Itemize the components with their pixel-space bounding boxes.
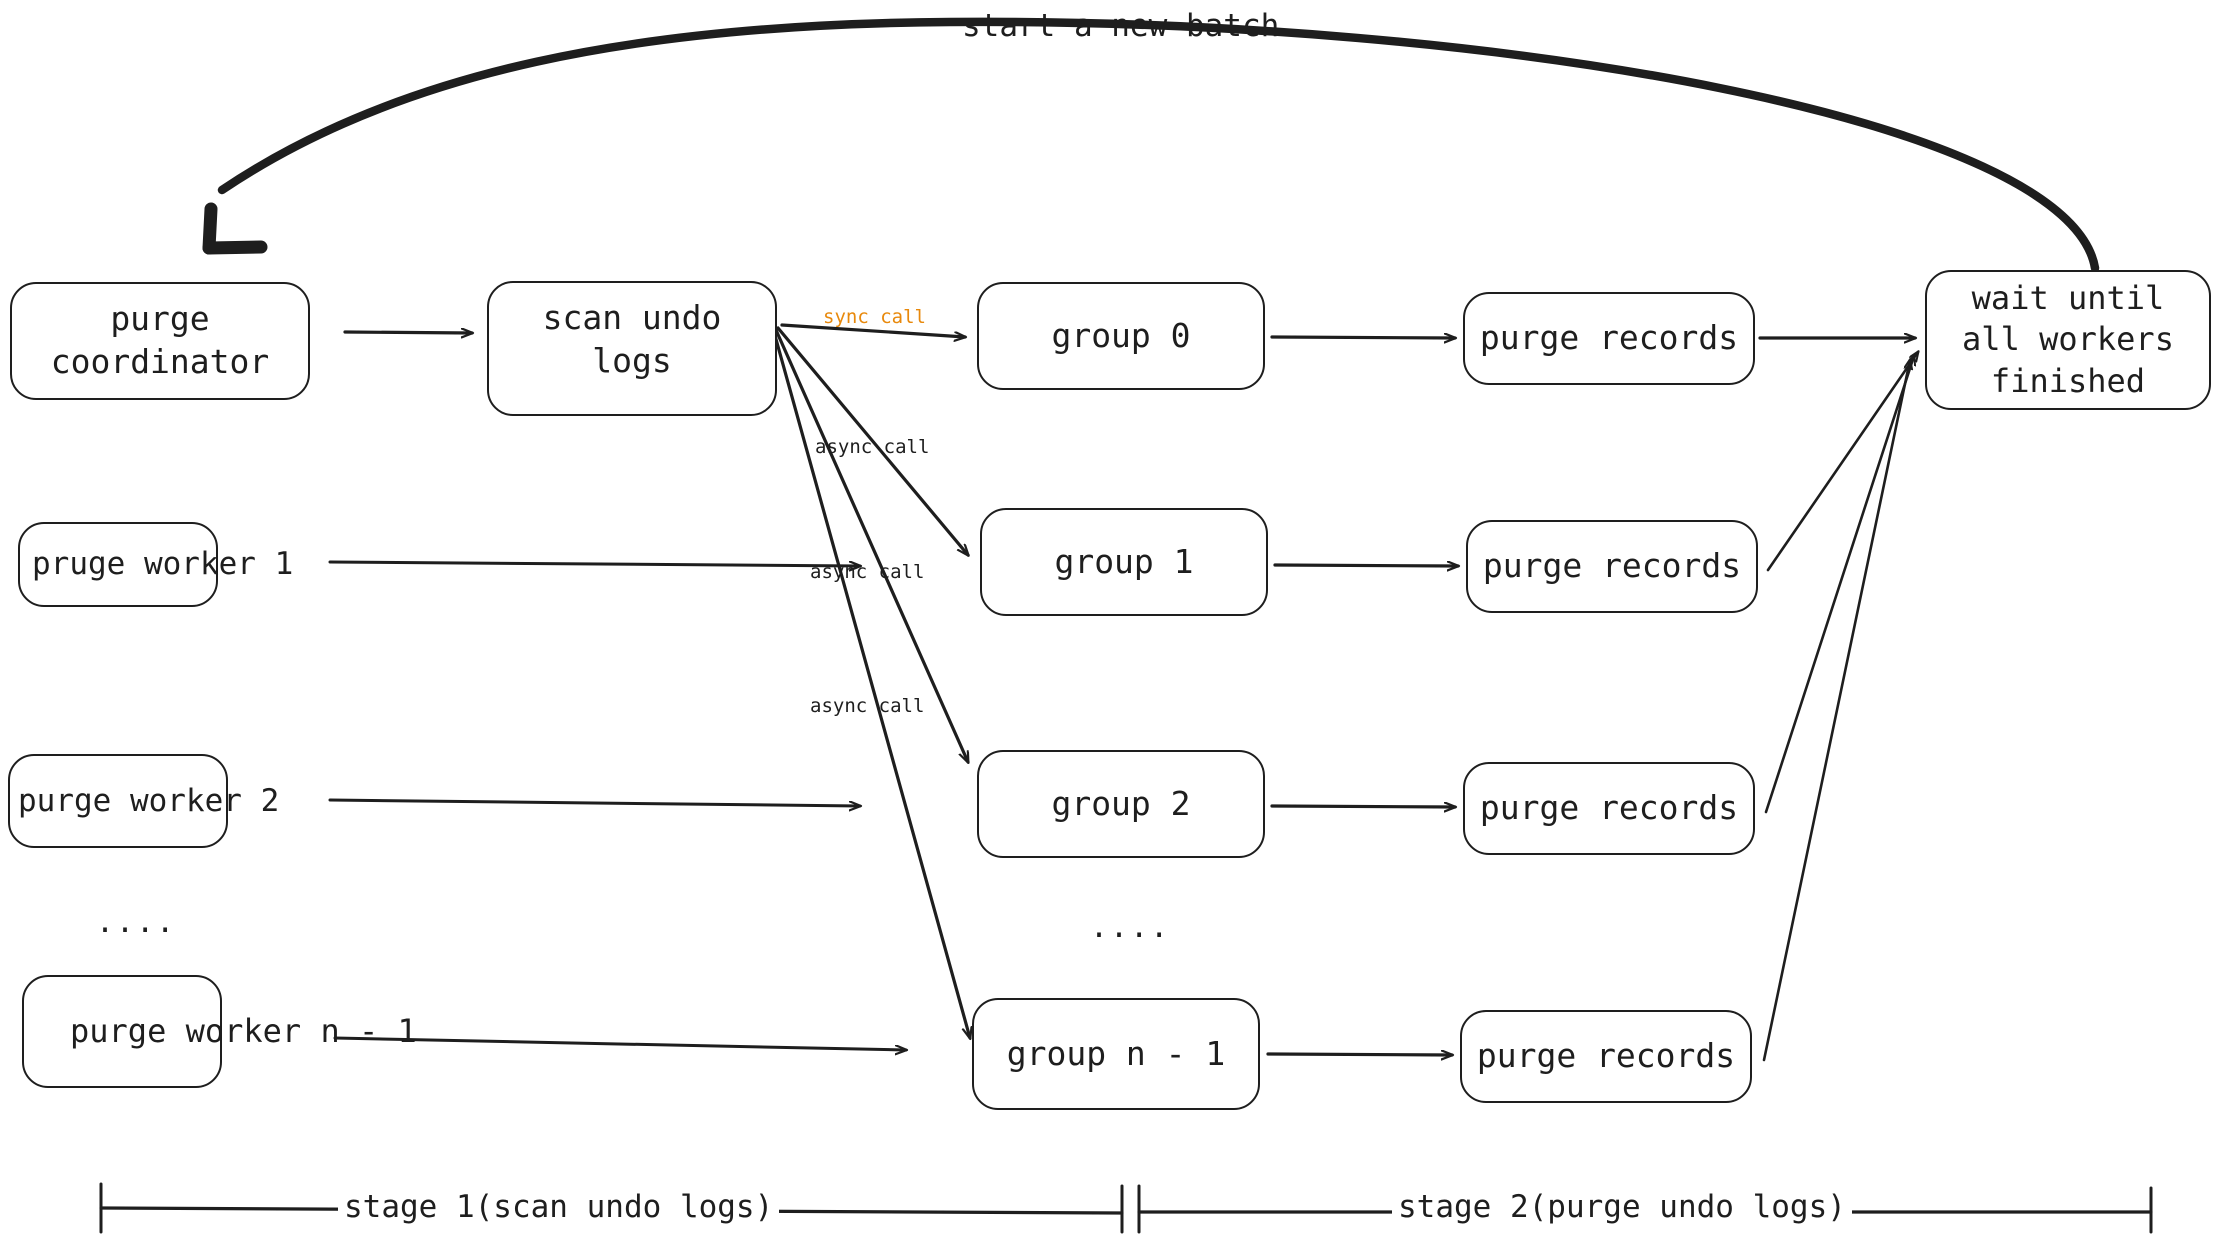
label-stage-2: stage 2(purge undo logs) xyxy=(1392,1189,1852,1225)
worker-ellipsis: .... xyxy=(96,905,177,940)
edge-purge1-to-wait xyxy=(1766,352,1918,572)
label-async-call-2: async call xyxy=(810,561,925,583)
node-wait-until-all-workers-finished[interactable]: wait until all workers finished xyxy=(1925,270,2211,410)
node-purge-records-1-label: purge records xyxy=(1482,546,1742,586)
node-purge-records-2-label: purge records xyxy=(1479,788,1739,828)
edge-worker1-line xyxy=(328,560,860,566)
edge-purge2-to-wait xyxy=(1764,356,1914,814)
node-purge-worker-n-1-label: purge worker n - 1 xyxy=(70,1011,417,1050)
edge-coordinator-to-scan xyxy=(343,332,472,333)
node-wait-label: wait until all workers finished xyxy=(1962,278,2174,400)
label-start-a-new-batch: start a new batch xyxy=(962,8,1280,44)
label-async-call-3: async call xyxy=(810,695,925,717)
edge-group1-to-purge1 xyxy=(1273,565,1458,566)
edge-workern-line xyxy=(333,1036,906,1050)
label-async-call-1: async call xyxy=(815,436,930,458)
node-group-2[interactable]: group 2 xyxy=(977,750,1265,858)
node-purge-records-3[interactable]: purge records xyxy=(1460,1010,1752,1103)
node-group-2-label: group 2 xyxy=(1051,783,1191,823)
node-group-0-label: group 0 xyxy=(1051,315,1191,355)
diagram-canvas: purge coordinator scan undo logs pruge w… xyxy=(0,0,2221,1240)
label-stage-1: stage 1(scan undo logs) xyxy=(338,1189,780,1225)
node-purge-worker-2-label: purge worker 2 xyxy=(18,782,280,819)
edge-purgen-to-wait xyxy=(1762,360,1910,1062)
node-purge-coordinator[interactable]: purge coordinator xyxy=(10,282,310,400)
node-group-1[interactable]: group 1 xyxy=(980,508,1268,616)
node-scan-undo-logs-label: scan undo logs xyxy=(542,298,722,380)
node-purge-worker-1-label: pruge worker 1 xyxy=(32,546,294,583)
node-purge-worker-n-1[interactable]: purge worker n - 1 xyxy=(22,975,417,1088)
node-purge-records-2[interactable]: purge records xyxy=(1463,762,1755,855)
edge-start-new-batch xyxy=(202,17,2100,273)
edge-group2-to-purge2 xyxy=(1270,806,1455,807)
node-purge-coordinator-label: purge coordinator xyxy=(50,299,270,381)
edge-group0-to-purge0 xyxy=(1270,337,1455,338)
node-group-n-1-label: group n - 1 xyxy=(1006,1033,1226,1073)
node-purge-records-0-label: purge records xyxy=(1479,318,1739,358)
node-purge-worker-2[interactable]: purge worker 2 xyxy=(8,754,279,848)
label-sync-call: sync call xyxy=(823,306,926,328)
node-purge-records-1[interactable]: purge records xyxy=(1466,520,1758,613)
node-group-0[interactable]: group 0 xyxy=(977,282,1265,390)
edge-worker2-line xyxy=(328,798,860,806)
group-ellipsis: .... xyxy=(1090,910,1171,945)
edge-groupn-to-purgen xyxy=(1266,1054,1452,1055)
node-purge-records-3-label: purge records xyxy=(1476,1036,1736,1076)
node-purge-worker-1[interactable]: pruge worker 1 xyxy=(18,522,293,607)
node-purge-records-0[interactable]: purge records xyxy=(1463,292,1755,385)
node-scan-undo-logs[interactable]: scan undo logs xyxy=(487,281,777,416)
node-group-1-label: group 1 xyxy=(1054,541,1194,581)
node-group-n-1[interactable]: group n - 1 xyxy=(972,998,1260,1110)
